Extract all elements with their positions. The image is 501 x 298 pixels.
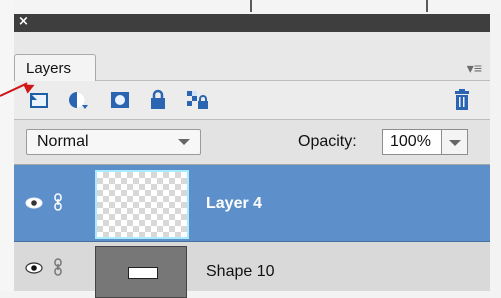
opacity-value: 100% <box>390 133 431 150</box>
layers-list: Layer 4 Shape 10 <box>14 165 490 298</box>
adjustment-layer-icon <box>69 92 88 109</box>
eye-icon[interactable] <box>25 262 43 274</box>
panel-titlebar: × <box>14 14 490 32</box>
layer-row[interactable]: Shape 10 <box>14 242 490 298</box>
layer-name[interactable]: Layer 4 <box>206 195 262 213</box>
tab-label: Layers <box>26 60 72 77</box>
layers-toolbar <box>14 81 490 120</box>
opacity-input[interactable]: 100% <box>382 129 442 155</box>
close-icon[interactable]: × <box>18 15 29 29</box>
opacity-label: Opacity: <box>298 133 357 150</box>
link-icon[interactable] <box>52 193 64 211</box>
panel-tabstrip: Layers ▾≡ <box>14 32 490 81</box>
layer-controls: Normal Opacity: 100% <box>14 120 490 165</box>
desktop-left-strip <box>0 0 14 291</box>
shape-preview <box>128 267 158 279</box>
tab-layers[interactable]: Layers <box>14 54 96 81</box>
layer-mask-icon <box>111 92 129 108</box>
opacity-dropdown-button[interactable] <box>442 129 468 155</box>
chevron-down-icon <box>178 139 190 145</box>
layer-thumbnail <box>95 246 187 298</box>
lock-all-icon <box>151 89 165 109</box>
layers-panel: × Layers ▾≡ Normal Opacity: 100% Layer 4… <box>14 14 490 298</box>
background-divider <box>426 0 428 12</box>
panel-menu-icon[interactable]: ▾≡ <box>467 60 482 77</box>
lock-all-button[interactable] <box>146 89 170 111</box>
chevron-down-icon <box>449 140 461 146</box>
adjustment-layer-button[interactable] <box>66 89 90 111</box>
layer-mask-button[interactable] <box>108 89 132 111</box>
trash-icon <box>455 89 469 110</box>
new-layer-icon <box>30 93 48 108</box>
blend-mode-value: Normal <box>37 133 89 150</box>
lock-transparency-button[interactable] <box>185 89 209 111</box>
layer-row[interactable]: Layer 4 <box>14 165 490 242</box>
eye-icon[interactable] <box>25 197 43 209</box>
background-divider <box>250 0 252 12</box>
blend-mode-select[interactable]: Normal <box>26 129 201 155</box>
layer-thumbnail <box>95 170 189 239</box>
new-layer-button[interactable] <box>27 89 51 111</box>
layer-name[interactable]: Shape 10 <box>206 263 275 281</box>
link-icon[interactable] <box>52 258 64 276</box>
delete-layer-button[interactable] <box>450 89 474 111</box>
lock-transparency-icon <box>187 91 208 109</box>
